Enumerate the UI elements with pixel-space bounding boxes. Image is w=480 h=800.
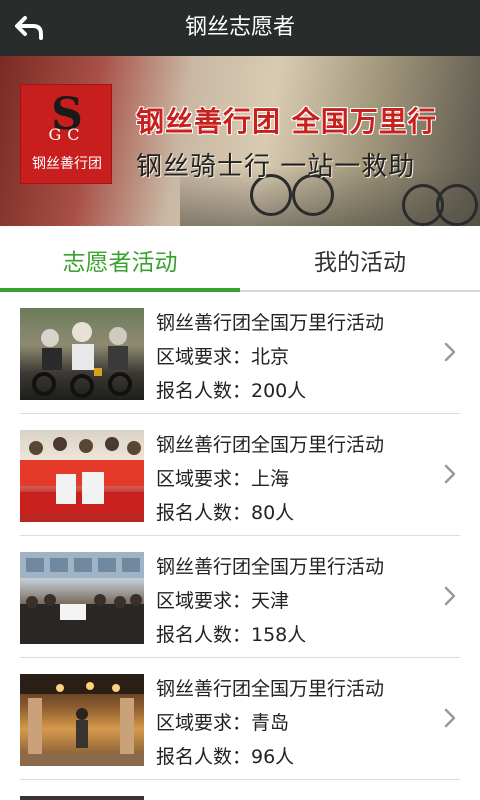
activity-thumbnail	[20, 552, 144, 644]
activity-item[interactable]: 钢丝善行团全国万里行活动 区域要求：天津 报名人数：158人	[20, 536, 460, 658]
activity-signup-count: 报名人数：200人	[156, 380, 307, 402]
banner-subline: 钢丝骑士行 一站一救助	[136, 152, 416, 182]
activity-title: 钢丝善行团全国万里行活动	[156, 678, 385, 700]
activity-thumbnail	[20, 674, 144, 766]
activity-item[interactable]: 钢丝善行团全国万里行活动 区域要求：青岛 报名人数：96人	[20, 658, 460, 780]
activity-title: 钢丝善行团全国万里行活动	[156, 434, 385, 456]
activity-item-partial	[20, 796, 144, 800]
banner-carousel[interactable]: S GC 钢丝善行团 钢丝善行团 全国万里行 钢丝骑士行 一站一救助	[0, 56, 480, 226]
activity-region: 区域要求：北京	[156, 346, 290, 368]
activity-thumbnail	[20, 308, 144, 400]
chevron-right-icon	[444, 708, 456, 728]
banner-wheel-decoration	[436, 184, 478, 226]
top-bar: 钢丝志愿者	[0, 0, 480, 56]
group-banner-illustration	[20, 437, 144, 514]
tab-volunteer-activities[interactable]: 志愿者活动	[0, 226, 240, 292]
chevron-right-icon	[444, 342, 456, 362]
tab-bar: 志愿者活动 我的活动	[0, 226, 480, 292]
chevron-right-icon	[444, 464, 456, 484]
activity-region: 区域要求：上海	[156, 468, 290, 490]
logo-name: 钢丝善行团	[32, 156, 102, 172]
activity-title: 钢丝善行团全国万里行活动	[156, 556, 385, 578]
logo-letters: GC	[48, 125, 86, 144]
motorcycle-riders-illustration	[32, 322, 132, 398]
activity-signup-count: 报名人数：80人	[156, 502, 295, 524]
activity-region: 区域要求：青岛	[156, 712, 290, 734]
banner-headline: 钢丝善行团 全国万里行	[136, 105, 437, 138]
building-group-illustration	[20, 552, 144, 644]
tab-my-activities[interactable]: 我的活动	[240, 226, 480, 290]
activity-title: 钢丝善行团全国万里行活动	[156, 312, 385, 334]
chevron-right-icon	[444, 586, 456, 606]
page-title: 钢丝志愿者	[184, 15, 295, 40]
banner-logo: S GC 钢丝善行团	[20, 84, 112, 184]
activity-thumbnail	[20, 430, 144, 522]
indoor-hall-illustration	[20, 674, 144, 766]
activity-signup-count: 报名人数：96人	[156, 746, 295, 768]
activity-signup-count: 报名人数：158人	[156, 624, 307, 646]
activity-region: 区域要求：天津	[156, 590, 290, 612]
activity-item[interactable]: 钢丝善行团全国万里行活动 区域要求：北京 报名人数：200人	[20, 292, 460, 414]
activity-item[interactable]: 钢丝善行团全国万里行活动 区域要求：上海 报名人数：80人	[20, 414, 460, 536]
